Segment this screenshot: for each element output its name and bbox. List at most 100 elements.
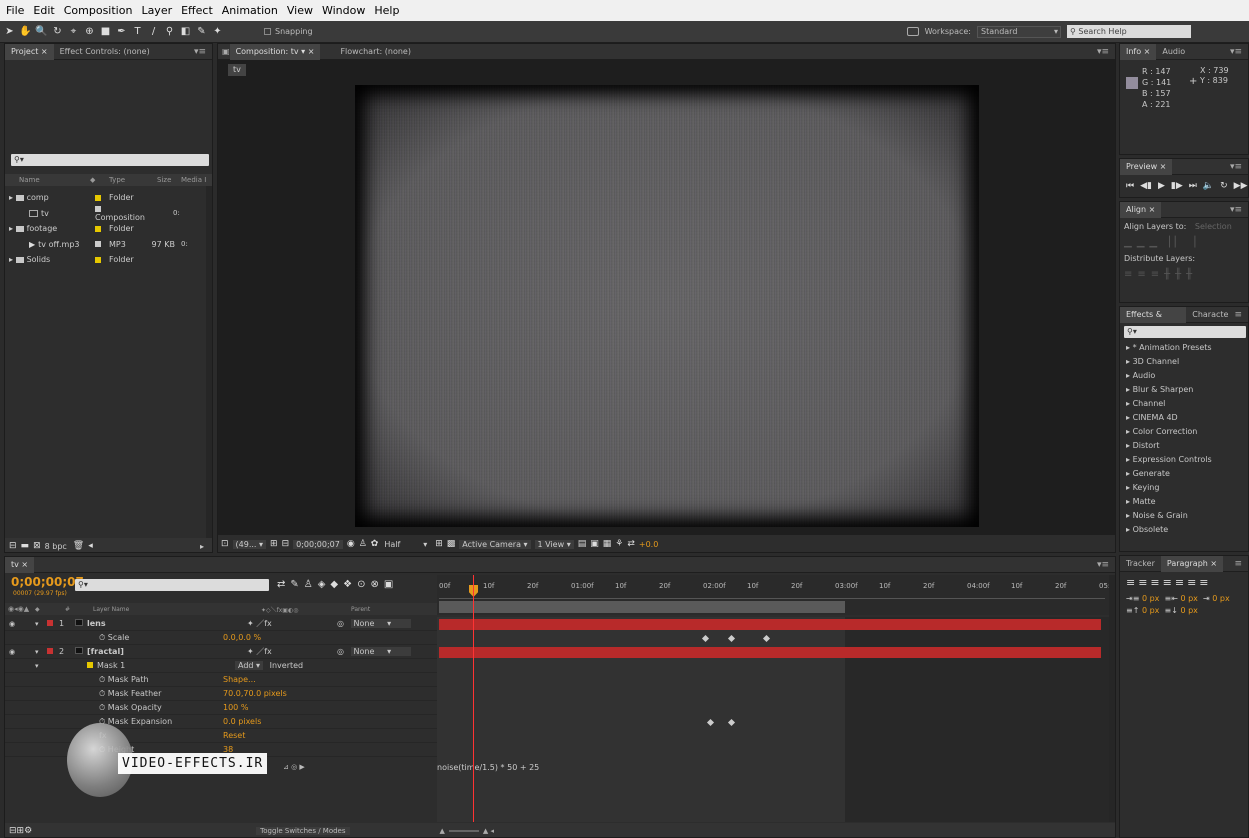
tab-project[interactable]: Project × [5, 44, 54, 60]
tab-tracker[interactable]: Tracker [1120, 556, 1161, 572]
table-row[interactable]: fx Reset [5, 729, 437, 743]
interpret-footage-icon[interactable]: ⊟ [9, 541, 17, 551]
effects-list-item[interactable]: ▸ Color Correction [1120, 425, 1248, 439]
rectangle-tool-icon[interactable]: ■ [99, 25, 112, 39]
panel-menu-icon[interactable]: ≡ [1234, 559, 1242, 569]
panel-menu-icon[interactable]: ≡ [1234, 310, 1242, 320]
color-channels-icon[interactable]: ✿ [371, 539, 379, 549]
tab-timeline-tv[interactable]: tv × [5, 557, 35, 573]
menu-edit[interactable]: Edit [33, 4, 54, 17]
tab-info[interactable]: Info × [1120, 44, 1157, 60]
effects-list-item[interactable]: ▸ Generate [1120, 467, 1248, 481]
table-row[interactable]: ⏱ Mask Expansion 0.0 pixels [5, 715, 437, 729]
timeline-scrollbar[interactable] [1109, 575, 1115, 822]
layer-switches[interactable]: ✦ ／fx [247, 618, 337, 629]
effects-list-item[interactable]: ▸ Keying [1120, 481, 1248, 495]
tab-effects-presets[interactable]: Effects & Presets × [1120, 307, 1187, 335]
tab-effect-controls[interactable]: Effect Controls: (none) [54, 44, 156, 60]
first-line-indent-value[interactable]: 0 px [1212, 594, 1229, 603]
project-search-input[interactable]: ⚲▾ [11, 154, 209, 166]
layer-name-cell[interactable]: [fractal] [75, 647, 247, 656]
menu-view[interactable]: View [287, 4, 313, 17]
project-item[interactable]: ▶ tv off.mp3 MP3 97 KB 0: [5, 237, 203, 253]
effects-list-item[interactable]: ▸ Matte [1120, 495, 1248, 509]
visibility-eye-icon[interactable]: ◉ [5, 620, 35, 628]
exposure-value[interactable]: +0.0 [639, 540, 658, 549]
exposure-icon[interactable]: ⇄ [627, 539, 635, 549]
effects-list-item[interactable]: ▸ * Animation Presets [1120, 341, 1248, 355]
magnification-dropdown[interactable]: (49... ▾ [232, 539, 267, 549]
project-item[interactable]: tv Composition 0: [5, 205, 203, 222]
workspace-dropdown[interactable]: Standard ▾ [977, 25, 1061, 38]
lock-icon[interactable]: ▣ [222, 47, 230, 56]
effects-list-item[interactable]: ▸ Channel [1120, 397, 1248, 411]
layer-name-cell[interactable]: lens [75, 619, 247, 628]
first-frame-icon[interactable]: ⏮ [1126, 181, 1134, 191]
table-row[interactable]: ⏱ Mask Path Shape... [5, 673, 437, 687]
effects-list-item[interactable]: ▸ Audio [1120, 369, 1248, 383]
safe-zones-icon[interactable]: ⊞ [270, 539, 278, 549]
justify-buttons[interactable]: ≡≡≡≡≡≡≡ [1120, 572, 1248, 593]
mask-mode-dropdown[interactable]: Add ▾ [235, 661, 264, 670]
expand-arrow-icon[interactable]: ▾ [35, 620, 47, 628]
label-color-swatch[interactable] [47, 619, 59, 628]
search-help-input[interactable]: ⚲ Search Help [1067, 25, 1191, 38]
col-name[interactable]: Name [5, 176, 90, 184]
effects-list-item[interactable]: ▸ 3D Channel [1120, 355, 1248, 369]
snapshot-icon[interactable]: ◉ [347, 539, 355, 549]
layer-name-cell[interactable]: ⏱ Mask Opacity [75, 703, 223, 713]
col-type[interactable]: Type [99, 176, 149, 184]
composition-viewer-frame[interactable] [355, 85, 979, 527]
roto-brush-tool-icon[interactable]: ✎ [195, 25, 208, 39]
space-after-value[interactable]: 0 px [1180, 606, 1197, 615]
expression-text[interactable]: noise(time/1.5) * 50 + 25 [437, 763, 539, 772]
layer-name-cell[interactable]: ⏱ Mask Feather [75, 689, 223, 699]
audio-icon[interactable]: 🔈 [1203, 181, 1214, 191]
align-to-dropdown[interactable]: Selection [1195, 222, 1232, 231]
panel-menu-icon[interactable]: ▾≡ [1097, 560, 1109, 570]
eraser-tool-icon[interactable]: ◧ [179, 25, 192, 39]
camera-dropdown[interactable]: Active Camera ▾ [459, 539, 531, 549]
type-tool-icon[interactable]: T [131, 25, 144, 39]
work-area-bar[interactable] [439, 601, 845, 613]
indent-right-value[interactable]: 0 px [1180, 594, 1197, 603]
region-of-interest-icon[interactable]: ⊞ [435, 539, 443, 549]
current-time-indicator-line[interactable] [473, 575, 474, 822]
clone-stamp-tool-icon[interactable]: ⚲ [163, 25, 176, 39]
layer-name-cell[interactable]: Mask 1 [75, 661, 235, 670]
scroll-right-icon[interactable]: ▸ [200, 542, 204, 551]
zoom-tool-icon[interactable]: 🔍 [35, 25, 48, 39]
tab-character[interactable]: Characte [1186, 307, 1234, 323]
selection-tool-icon[interactable]: ➤ [3, 25, 16, 39]
ram-preview-icon[interactable]: ▶▶ [1234, 181, 1248, 191]
zoom-out-icon[interactable]: ▲ [440, 827, 445, 835]
bpc-indicator[interactable]: 8 bpc [45, 542, 67, 551]
project-item[interactable]: ▸ footage Folder [5, 221, 203, 237]
col-parent[interactable]: Parent [351, 606, 370, 613]
puppet-tool-icon[interactable]: ✦ [211, 25, 224, 39]
effects-list-item[interactable]: ▸ Noise & Grain [1120, 509, 1248, 523]
trash-icon[interactable]: 🗑 [73, 541, 84, 551]
comp-breadcrumb[interactable]: tv [228, 64, 246, 76]
table-row[interactable]: ◉ ▾ 2 [fractal] ✦ ／fx ◎ None ▾ [5, 645, 437, 659]
menu-window[interactable]: Window [322, 4, 365, 17]
loop-icon[interactable]: ↻ [1220, 181, 1228, 191]
mask-visibility-icon[interactable]: ⊟ [282, 539, 290, 549]
layer-bar-lens[interactable] [439, 619, 1101, 630]
pen-tool-icon[interactable]: ✒ [115, 25, 128, 39]
panel-menu-icon[interactable]: ▾≡ [1230, 162, 1242, 172]
property-value[interactable]: 70.0,70.0 pixels [223, 689, 313, 698]
keyframe[interactable] [727, 634, 736, 643]
timeline-timecode[interactable]: 0;00;00;07 [11, 575, 84, 589]
tab-flowchart[interactable]: Flowchart: (none) [334, 44, 417, 60]
new-composition-icon[interactable]: ⊠ [33, 541, 41, 551]
effects-list-item[interactable]: ▸ Distort [1120, 439, 1248, 453]
menu-animation[interactable]: Animation [222, 4, 278, 17]
project-item[interactable]: ▸ Solids Folder [5, 252, 203, 268]
panel-menu-icon[interactable]: ▾≡ [1230, 205, 1242, 215]
effects-list-item[interactable]: ▸ CINEMA 4D [1120, 411, 1248, 425]
snapping-checkbox[interactable] [264, 28, 271, 35]
layer-name-cell[interactable]: ⏱ Mask Path [75, 675, 223, 685]
timeline-search-input[interactable]: ⚲▾ [75, 579, 269, 591]
new-folder-icon[interactable]: ▬ [21, 541, 30, 551]
